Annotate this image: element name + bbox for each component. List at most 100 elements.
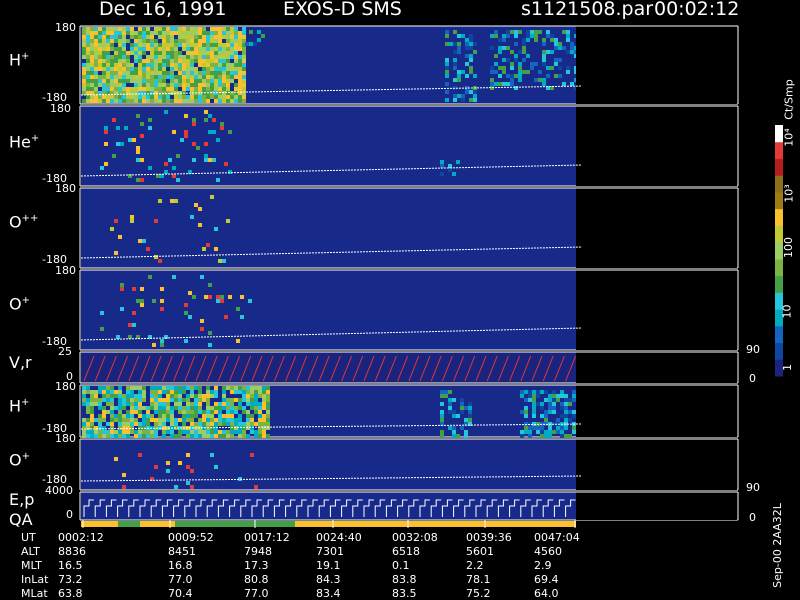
- h1-hot-cells: [222, 59, 226, 63]
- h1-hot-cells: [186, 31, 190, 35]
- h2-hot-cells: [246, 422, 250, 426]
- h2-hot-cells: [126, 402, 130, 406]
- h1-hot-cells: [186, 87, 190, 91]
- h2-hot-cells: [262, 386, 266, 390]
- h1-cells-mid: [465, 38, 469, 42]
- h1-hot-cells: [110, 83, 114, 87]
- h2-cells-mid: [440, 414, 444, 418]
- h1-hot-cells: [166, 63, 170, 67]
- h1-hot-cells: [222, 55, 226, 59]
- h1-hot-cells: [90, 43, 94, 47]
- h1-hot-cells: [214, 99, 218, 103]
- h1-hot-cells: [98, 27, 102, 31]
- tick-opp-top: 180: [55, 182, 76, 195]
- h1-hot-cells: [118, 95, 122, 99]
- h1-hot-cells: [90, 51, 94, 55]
- h1-hot-cells: [234, 39, 238, 43]
- h1-hot-cells: [218, 31, 222, 35]
- ephem-cell: 2.2: [466, 559, 484, 572]
- h1-hot-cells: [134, 51, 138, 55]
- h2-hot-cells: [86, 386, 90, 390]
- h2-hot-cells: [226, 414, 230, 418]
- h1-hot-cells: [154, 51, 158, 55]
- h1-hot-cells: [130, 87, 134, 91]
- h2-hot-cells: [250, 426, 254, 430]
- h2-cells-right: [560, 406, 564, 410]
- h1-hot-cells: [142, 47, 146, 51]
- h2-hot-cells: [166, 410, 170, 414]
- h2-hot-cells: [254, 434, 258, 438]
- he-cells-mid: [440, 172, 444, 176]
- h1-cells-right: [490, 66, 494, 70]
- h2-hot-cells: [214, 406, 218, 410]
- h1-hot-cells: [90, 83, 94, 87]
- h1-cells-right: [518, 66, 522, 70]
- h2-hot-cells: [170, 414, 174, 418]
- h2-hot-cells: [130, 418, 134, 422]
- h1-hot-cells: [86, 39, 90, 43]
- he-cells: [204, 118, 208, 122]
- h1-cells-right: [502, 66, 506, 70]
- h1-hot-cells: [154, 43, 158, 47]
- h2-cells-mid: [468, 410, 472, 414]
- h2-hot-cells: [174, 398, 178, 402]
- h2-hot-cells: [198, 394, 202, 398]
- h2-hot-cells: [242, 398, 246, 402]
- h1-cells-right: [522, 50, 526, 54]
- h2-hot-cells: [210, 430, 214, 434]
- he-cells: [180, 138, 184, 142]
- h2-hot-cells: [158, 390, 162, 394]
- h2-cells-right: [544, 410, 548, 414]
- h2-cells-right: [556, 394, 560, 398]
- h2-cells-right: [528, 434, 532, 438]
- h2-cells-right: [528, 390, 532, 394]
- h2-hot-cells: [254, 390, 258, 394]
- h1-hot-cells: [110, 39, 114, 43]
- h1-hot-cells: [214, 27, 218, 31]
- h2-hot-cells: [114, 390, 118, 394]
- h1-hot-cells: [166, 59, 170, 63]
- h1-hot-cells: [118, 35, 122, 39]
- h1-hot-cells: [230, 47, 234, 51]
- h2-hot-cells: [266, 394, 270, 398]
- h2-hot-cells: [166, 430, 170, 434]
- h1-hot-cells: [190, 39, 194, 43]
- h1-cells: [257, 38, 261, 42]
- h1-hot-cells: [122, 43, 126, 47]
- h1-hot-cells: [222, 87, 226, 91]
- h2-hot-cells: [118, 422, 122, 426]
- h1-cells-right: [534, 30, 538, 34]
- h2-hot-cells: [202, 422, 206, 426]
- op1-cells: [140, 303, 144, 307]
- h2-hot-cells: [258, 402, 262, 406]
- h2-hot-cells: [86, 398, 90, 402]
- h1-hot-cells: [174, 63, 178, 67]
- h1-cells-mid: [465, 74, 469, 78]
- h1-hot-cells: [98, 67, 102, 71]
- h1-hot-cells: [190, 79, 194, 83]
- op1-cells: [100, 327, 104, 331]
- h1-hot-cells: [130, 27, 134, 31]
- h1-hot-cells: [158, 75, 162, 79]
- h1-hot-cells: [170, 63, 174, 67]
- h1-hot-cells: [226, 35, 230, 39]
- he-cells: [100, 166, 104, 170]
- he-cells: [116, 142, 120, 146]
- h1-hot-cells: [126, 59, 130, 63]
- h1-hot-cells: [110, 71, 114, 75]
- h2-cells-right: [548, 426, 552, 430]
- h1-hot-cells: [222, 47, 226, 51]
- op1-cells: [188, 291, 192, 295]
- h1-hot-cells: [114, 75, 118, 79]
- h1-hot-cells: [222, 95, 226, 99]
- h2-cells-right: [564, 418, 568, 422]
- h2-cells-right: [528, 430, 532, 434]
- h1-hot-cells: [94, 83, 98, 87]
- h1-hot-cells: [114, 63, 118, 67]
- h2-hot-cells: [246, 390, 250, 394]
- h1-hot-cells: [118, 83, 122, 87]
- opp-cells: [130, 219, 134, 223]
- opp-cells: [222, 259, 226, 263]
- h1-hot-cells: [210, 71, 214, 75]
- h1-hot-cells: [206, 39, 210, 43]
